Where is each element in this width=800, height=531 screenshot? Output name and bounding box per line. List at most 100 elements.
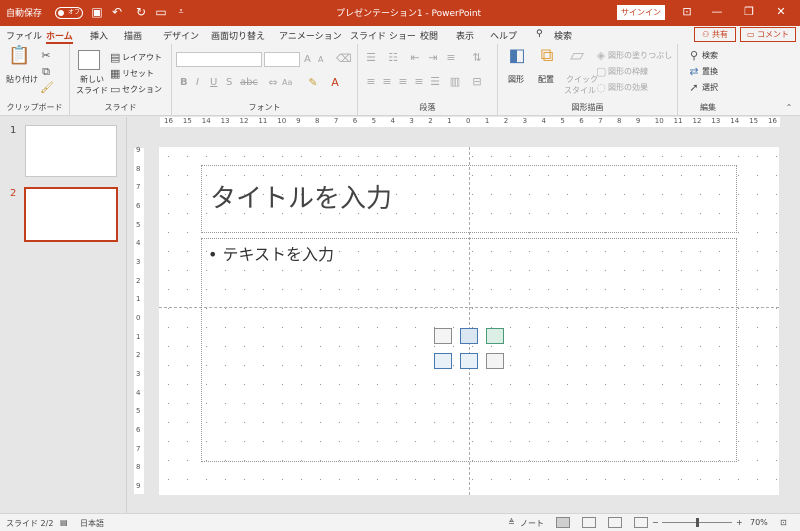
reset-button[interactable]: リセット	[122, 68, 154, 79]
save-icon[interactable]: ▣	[90, 5, 104, 19]
tab-transitions[interactable]: 画面切り替え	[211, 29, 265, 42]
autosave-toggle[interactable]: オフ	[55, 7, 83, 19]
slide-sorter-button[interactable]	[582, 517, 596, 528]
decrease-indent-icon[interactable]: ⇤	[408, 52, 422, 64]
share-button[interactable]: ⚇ 共有	[694, 27, 736, 42]
increase-indent-icon[interactable]: ⇥	[426, 52, 440, 64]
collapse-ribbon-icon[interactable]: ⌃	[784, 102, 794, 114]
new-slide-label-2[interactable]: スライド	[76, 85, 108, 96]
font-name-combo[interactable]	[176, 52, 262, 67]
tab-file[interactable]: ファイル	[6, 29, 42, 42]
zoom-level[interactable]: 70%	[750, 518, 768, 527]
normal-view-button[interactable]	[556, 517, 570, 528]
shapes-button[interactable]: 図形	[508, 74, 524, 85]
align-center-icon[interactable]: ≡	[380, 76, 394, 88]
tab-draw[interactable]: 描画	[124, 29, 142, 42]
insert-smartart-icon[interactable]	[486, 328, 504, 344]
shapes-icon[interactable]: ◧	[506, 47, 528, 70]
ribbon-display-icon[interactable]: ⊡	[672, 4, 702, 20]
paste-icon[interactable]: 📋	[8, 47, 30, 70]
content-placeholder[interactable]: • テキストを入力	[201, 238, 737, 462]
spellcheck-icon[interactable]: ▤	[60, 518, 68, 527]
replace-button[interactable]: 置換	[702, 66, 718, 77]
font-size-combo[interactable]	[264, 52, 300, 67]
quick-styles-label-2[interactable]: スタイル	[564, 85, 596, 96]
text-direction-icon[interactable]: ⇅	[470, 52, 484, 64]
select-button[interactable]: 選択	[702, 82, 718, 93]
tab-animations[interactable]: アニメーション	[279, 29, 342, 42]
language-indicator[interactable]: 日本語	[80, 518, 104, 529]
underline-button[interactable]: U	[210, 77, 217, 88]
slide-thumbnail-selected[interactable]	[24, 187, 118, 242]
justify-icon[interactable]: ≡	[412, 76, 426, 88]
section-button[interactable]: セクション	[122, 84, 162, 95]
distribute-icon[interactable]: ☰	[428, 76, 442, 88]
restore-button[interactable]: ❐	[734, 4, 764, 20]
new-slide-icon[interactable]	[78, 50, 100, 70]
insert-video-icon[interactable]	[486, 353, 504, 369]
find-button[interactable]: 検索	[702, 50, 718, 61]
signin-button[interactable]: サインイン	[617, 5, 665, 20]
quick-styles-icon[interactable]: ▱	[566, 47, 588, 70]
tab-insert[interactable]: 挿入	[90, 29, 108, 42]
font-color-icon[interactable]: A	[328, 77, 342, 89]
tab-view[interactable]: 表示	[456, 29, 474, 42]
comment-button[interactable]: ▭ コメント	[740, 27, 796, 42]
reading-view-button[interactable]	[608, 517, 622, 528]
insert-online-picture-icon[interactable]	[460, 353, 478, 369]
search-icon[interactable]: ⚲	[536, 29, 543, 39]
align-right-icon[interactable]: ≡	[396, 76, 410, 88]
tab-design[interactable]: デザイン	[163, 29, 199, 42]
title-placeholder[interactable]: タイトルを入力	[201, 165, 737, 233]
shadow-button[interactable]: S	[226, 77, 232, 88]
arrange-icon[interactable]: ⧉	[536, 47, 558, 70]
slide-canvas[interactable]: タイトルを入力 • テキストを入力	[159, 147, 779, 495]
shape-outline-button[interactable]: 図形の枠線	[608, 66, 648, 77]
tab-help[interactable]: ヘルプ	[490, 29, 517, 42]
tab-home[interactable]: ホーム	[46, 29, 73, 44]
shape-effects-button[interactable]: 図形の効果	[608, 82, 648, 93]
notes-icon[interactable]: ≜	[508, 518, 515, 527]
align-left-icon[interactable]: ≡	[364, 76, 378, 88]
cut-icon[interactable]: ✂	[40, 50, 52, 62]
numbering-icon[interactable]: ☷	[386, 52, 400, 64]
layout-button[interactable]: レイアウト	[122, 52, 162, 63]
arrange-button[interactable]: 配置	[538, 74, 554, 85]
customize-qat-icon[interactable]: ⩡	[174, 5, 188, 19]
tab-slideshow[interactable]: スライド ショー	[350, 29, 416, 42]
redo-icon[interactable]: ↻	[134, 5, 148, 19]
quick-styles-label[interactable]: クイック	[566, 74, 598, 85]
grow-font-button[interactable]: A	[304, 54, 311, 65]
tab-review[interactable]: 校閲	[420, 29, 438, 42]
undo-icon[interactable]: ↶	[110, 5, 124, 19]
columns-icon[interactable]: ▥	[448, 76, 462, 88]
clear-format-icon[interactable]: ⌫	[336, 53, 352, 65]
insert-table-icon[interactable]	[434, 328, 452, 344]
copy-icon[interactable]: ⧉	[40, 66, 52, 78]
highlight-icon[interactable]: ✎	[306, 77, 320, 89]
fit-to-window-icon[interactable]: ⊡	[780, 518, 787, 527]
slideshow-view-button[interactable]	[634, 517, 648, 528]
shrink-font-button[interactable]: A	[318, 55, 323, 64]
format-painter-icon[interactable]: 🖌	[40, 82, 54, 94]
tab-search[interactable]: 検索	[554, 29, 572, 42]
change-case-button[interactable]: Aa	[282, 78, 292, 87]
zoom-out-button[interactable]: −	[652, 518, 659, 527]
char-spacing-icon[interactable]: ⇔	[266, 77, 280, 89]
zoom-slider-thumb[interactable]	[696, 518, 699, 527]
paste-button[interactable]: 貼り付け	[6, 74, 38, 85]
bold-button[interactable]: B	[180, 77, 188, 88]
align-text-icon[interactable]: ⊟	[470, 76, 484, 88]
minimize-button[interactable]: —	[702, 4, 732, 20]
slide-thumbnail[interactable]	[25, 125, 117, 177]
close-button[interactable]: ✕	[766, 4, 796, 20]
bullets-icon[interactable]: ☰	[364, 52, 378, 64]
zoom-in-button[interactable]: +	[736, 518, 743, 527]
new-slide-label[interactable]: 新しい	[80, 74, 104, 85]
strikethrough-button[interactable]: abc	[240, 77, 258, 88]
shape-fill-button[interactable]: 図形の塗りつぶし	[608, 50, 672, 61]
notes-button[interactable]: ノート	[520, 518, 544, 529]
present-icon[interactable]: ▭	[154, 5, 168, 19]
insert-picture-icon[interactable]	[434, 353, 452, 369]
insert-chart-icon[interactable]	[460, 328, 478, 344]
